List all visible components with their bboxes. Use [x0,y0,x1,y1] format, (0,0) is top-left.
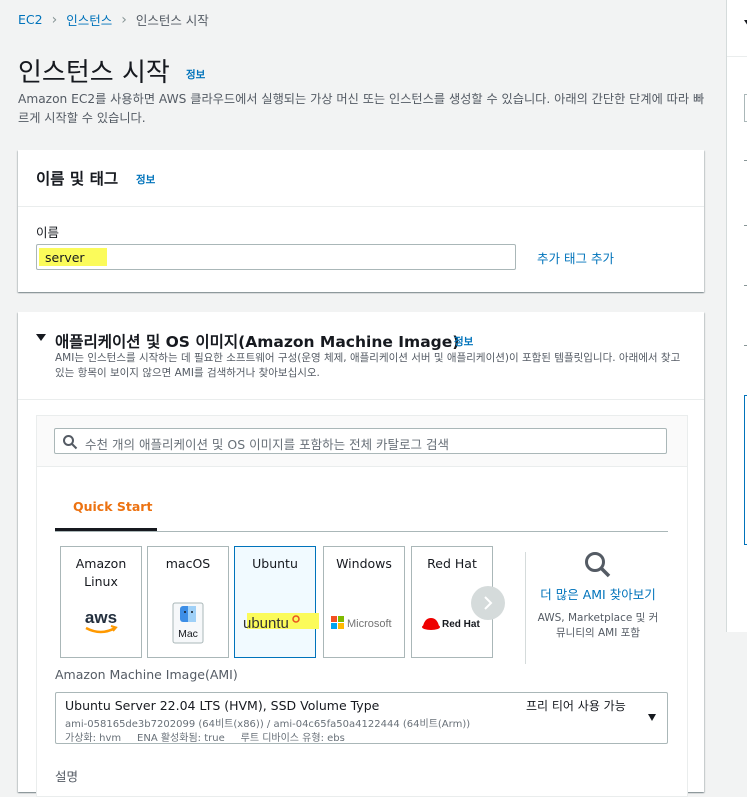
page-title: 인스턴스 시작 [18,58,170,88]
breadcrumb-ec2[interactable]: EC2 [18,12,43,27]
name-input-value: server [45,250,85,265]
os-tile-label: Amazon Linux [75,556,127,589]
chevron-right-icon: › [51,11,58,28]
ami-search-input[interactable]: 수천 개의 애플리케이션 및 OS 이미지를 포함하는 전체 카탈로그 검색 [54,428,667,454]
os-tile-label: Red Hat [427,556,477,571]
ami-panel-title: 애플리케이션 및 OS 이미지(Amazon Machine Image) [55,333,460,351]
divider [727,56,747,57]
ami-select[interactable]: Ubuntu Server 22.04 LTS (HVM), SSD Volum… [55,692,668,744]
ubuntu-logo-icon: ubuntu [235,603,319,643]
os-tile-amazon-linux[interactable]: Amazon Linux aws [60,546,142,658]
ami-panel: 애플리케이션 및 OS 이미지(Amazon Machine Image) 정보… [18,312,704,797]
os-tile-ubuntu[interactable]: Ubuntu ubuntu [234,546,319,658]
page-intro: Amazon EC2를 사용하면 AWS 클라우드에서 실행되는 가상 머신 또… [18,92,705,125]
caret-down-icon[interactable] [36,334,46,341]
name-field-label: 이름 [36,225,60,240]
tab-divider [55,531,668,532]
os-tile-windows[interactable]: Windows Microsoft [323,546,405,658]
ami-select-meta: 가상화: hvm ENA 활성화됨: true 루트 디바이스 유형: ebs [65,733,345,744]
browse-more-amis[interactable]: 더 많은 AMI 찾아보기 AWS, Marketplace 및 커뮤니티의 A… [533,550,663,641]
ami-search-bar: 수천 개의 애플리케이션 및 OS 이미지를 포함하는 전체 카탈로그 검색 [37,416,687,467]
name-panel-header: 이름 및 태그 정보 [18,150,704,207]
breadcrumb: EC2 › 인스턴스 › 인스턴스 시작 [18,10,209,29]
name-and-tags-panel: 이름 및 태그 정보 이름 server 추가 태그 추가 [18,150,704,292]
summary-panel [726,0,747,632]
ami-panel-header[interactable]: 애플리케이션 및 OS 이미지(Amazon Machine Image) 정보… [18,312,704,400]
next-tiles-button[interactable] [471,586,505,620]
description-label: 설명 [55,769,79,784]
chevron-right-icon [484,596,493,610]
svg-text:aws: aws [85,608,117,627]
ami-select-ids: ami-058165de3b7202099 (64비트(x86)) / ami-… [65,719,471,730]
name-input[interactable]: server [36,244,516,270]
aws-logo-icon: aws [61,603,141,643]
search-icon [585,552,611,578]
tab-quick-start[interactable]: Quick Start [55,491,157,531]
microsoft-logo-icon: Microsoft [324,603,404,643]
browse-more-amis-subtitle: AWS, Marketplace 및 커뮤니티의 AMI 포함 [537,612,659,639]
caret-down-icon [648,714,656,721]
svg-text:Red Hat: Red Hat [442,619,480,630]
ami-select-name: Ubuntu Server 22.04 LTS (HVM), SSD Volum… [65,698,380,713]
page-info-link[interactable]: 정보 [186,67,205,82]
browse-more-amis-link[interactable]: 더 많은 AMI 찾아보기 [533,585,663,605]
svg-text:Microsoft: Microsoft [347,618,392,630]
name-panel-info-link[interactable]: 정보 [136,172,155,187]
ami-browser: 수천 개의 애플리케이션 및 OS 이미지를 포함하는 전체 카탈로그 검색 Q… [36,415,688,797]
tab-quick-start-label: Quick Start [73,499,153,514]
ami-select-label: Amazon Machine Image(AMI) [55,667,238,682]
os-tile-macos[interactable]: macOS Mac [147,546,229,658]
svg-text:ubuntu: ubuntu [243,615,289,632]
breadcrumb-current: 인스턴스 시작 [135,13,209,28]
ami-panel-info-link[interactable]: 정보 [454,334,473,349]
os-tile-label: Windows [336,556,392,571]
svg-text:Mac: Mac [178,628,198,640]
add-tags-link[interactable]: 추가 태그 추가 [537,248,614,267]
ami-panel-description: AMI는 인스턴스를 시작하는 데 필요한 소프트웨어 구성(운영 체제, 애플… [55,352,681,379]
search-icon [63,435,78,450]
divider [525,552,526,664]
ami-search-placeholder: 수천 개의 애플리케이션 및 OS 이미지를 포함하는 전체 카탈로그 검색 [85,437,450,452]
mac-finder-icon: Mac [148,602,228,644]
breadcrumb-instances[interactable]: 인스턴스 [66,10,112,29]
name-panel-title: 이름 및 태그 [36,170,119,188]
os-tile-label: macOS [165,556,211,571]
chevron-right-icon: › [121,11,127,28]
os-tile-label: Ubuntu [252,556,298,571]
free-tier-badge: 프리 티어 사용 가능 [526,699,626,713]
